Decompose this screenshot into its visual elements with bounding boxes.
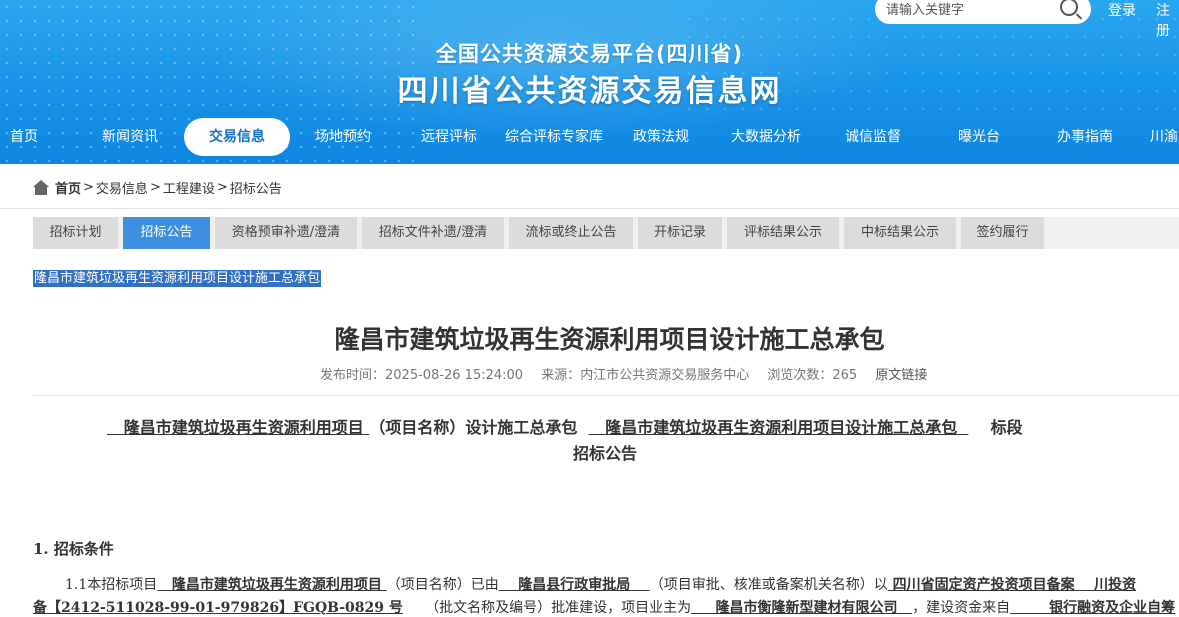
tab-bid-opening-record[interactable]: 开标记录	[638, 217, 722, 249]
content-divider	[33, 395, 1179, 396]
breadcrumb-separator: >	[216, 179, 228, 195]
nav-item-news[interactable]: 新闻资讯	[102, 118, 158, 156]
heading-section-label: 标段	[990, 418, 1023, 437]
nav-item-exposure[interactable]: 曝光台	[958, 118, 1000, 156]
breadcrumb-item-trade-info[interactable]: 交易信息	[96, 178, 148, 197]
nav-item-home[interactable]: 首页	[10, 118, 38, 156]
nav-item-expert-pool[interactable]: 综合评标专家库	[505, 118, 603, 156]
tab-prequalification-addendum[interactable]: 资格预审补遗/澄清	[215, 217, 357, 249]
heading-section-name: 隆昌市建筑垃圾再生资源利用项目设计施工总承包	[605, 418, 958, 437]
breadcrumb-item-tender-notice[interactable]: 招标公告	[230, 178, 282, 197]
nav-item-credit[interactable]: 诚信监督	[845, 118, 901, 156]
breadcrumb-item-construction[interactable]: 工程建设	[163, 178, 215, 197]
register-link[interactable]: 注册	[1156, 0, 1179, 40]
category-tabs: 招标计划 招标公告 资格预审补遗/澄清 招标文件补遗/澄清 流标或终止公告 开标…	[33, 217, 1179, 249]
search-input[interactable]	[886, 1, 1056, 19]
heading-project-name: 隆昌市建筑垃圾再生资源利用项目	[123, 418, 364, 437]
source: 来源：内江市公共资源交易服务中心	[541, 368, 750, 383]
site-subtitle: 全国公共资源交易平台(四川省)	[435, 42, 744, 66]
tab-tender-plan[interactable]: 招标计划	[33, 217, 118, 249]
tab-evaluation-result[interactable]: 评标结果公示	[727, 217, 839, 249]
heading-mid: （项目名称）设计施工总承包	[369, 418, 578, 437]
tab-contract-performance[interactable]: 签约履行	[961, 217, 1044, 249]
search-box	[875, 0, 1091, 24]
breadcrumb-separator: >	[83, 179, 94, 195]
main-nav: 首页 新闻资讯 交易信息 场地预约 远程评标 综合评标专家库 政策法规 大数据分…	[0, 118, 1179, 156]
site-title: 四川省公共资源交易信息网	[397, 74, 782, 109]
login-link[interactable]: 登录	[1108, 0, 1136, 20]
notice-heading: 隆昌市建筑垃圾再生资源利用项目 （项目名称）设计施工总承包 隆昌市建筑垃圾再生资…	[107, 414, 1023, 438]
nav-item-big-data[interactable]: 大数据分析	[731, 118, 801, 156]
publish-time: 发布时间：2025-08-26 15:24:00	[320, 368, 524, 383]
header-divider	[0, 208, 1179, 209]
home-icon	[33, 179, 49, 195]
breadcrumb-home[interactable]: 首页	[55, 178, 81, 197]
project-link-selected[interactable]: 隆昌市建筑垃圾再生资源利用项目设计施工总承包	[33, 270, 322, 287]
tab-failed-or-terminated[interactable]: 流标或终止公告	[509, 217, 633, 249]
tab-tender-notice[interactable]: 招标公告	[123, 217, 210, 249]
nav-item-remote-evaluation[interactable]: 远程评标	[421, 118, 477, 156]
nav-item-chuanyu[interactable]: 川渝	[1150, 118, 1178, 156]
article-meta: 发布时间：2025-08-26 15:24:00 来源：内江市公共资源交易服务中…	[320, 364, 927, 383]
nav-item-venue-booking[interactable]: 场地预约	[315, 118, 371, 156]
tab-tender-doc-addendum[interactable]: 招标文件补遗/澄清	[362, 217, 504, 249]
breadcrumb-separator: >	[149, 179, 161, 195]
nav-item-policy[interactable]: 政策法规	[633, 118, 689, 156]
tab-award-result[interactable]: 中标结果公示	[844, 217, 956, 249]
page-title: 隆昌市建筑垃圾再生资源利用项目设计施工总承包	[334, 325, 885, 354]
search-icon[interactable]	[1060, 0, 1078, 16]
notice-subheading: 招标公告	[573, 444, 638, 463]
original-link[interactable]: 原文链接	[875, 368, 927, 383]
nav-item-guide[interactable]: 办事指南	[1057, 118, 1113, 156]
paragraph-1-1-cont: 备【2412-511028-99-01-979826】FGQB-0829 号 （…	[33, 600, 1176, 616]
section-heading-conditions: 1. 招标条件	[33, 540, 114, 558]
site-header: 登录 注册 全国公共资源交易平台(四川省) 四川省公共资源交易信息网 首页 新闻…	[0, 0, 1179, 164]
breadcrumb: 首页 > 交易信息 > 工程建设 > 招标公告	[33, 177, 282, 197]
paragraph-1-1: 1.1本招标项目 隆昌市建筑垃圾再生资源利用项目 （项目名称）已由 隆昌县行政审…	[65, 577, 1137, 593]
view-count: 浏览次数：265	[767, 368, 858, 383]
nav-item-trade-info[interactable]: 交易信息	[184, 118, 290, 156]
